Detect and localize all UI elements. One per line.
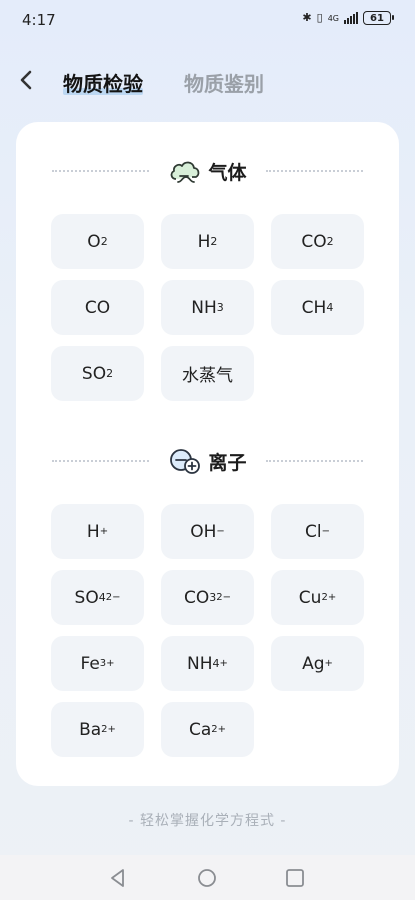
chip-ba-2plus[interactable]: Ba 2+ bbox=[51, 702, 144, 757]
chip-superscript: + bbox=[219, 658, 228, 669]
cloud-icon bbox=[168, 156, 202, 186]
chip-formula: CO bbox=[301, 231, 327, 252]
tab-label: 物质检验 bbox=[63, 72, 143, 96]
chip-subscript: 4 bbox=[326, 301, 334, 314]
chip-superscript: − bbox=[321, 526, 330, 537]
chip-co2[interactable]: CO 2 bbox=[271, 214, 364, 269]
chip-formula: Fe bbox=[80, 653, 100, 674]
chip-h-plus[interactable]: H + bbox=[51, 504, 144, 559]
section-label: 气体 bbox=[168, 156, 247, 186]
status-icons: ✱ ▯ 4G 61 bbox=[302, 11, 394, 25]
header: 物质检验 物质鉴别 bbox=[0, 56, 415, 106]
chip-fe-3plus[interactable]: Fe 3+ bbox=[51, 636, 144, 691]
chip-formula: 水蒸气 bbox=[182, 366, 233, 386]
chevron-left-icon bbox=[20, 70, 32, 90]
chip-subscript: 3 bbox=[216, 301, 224, 314]
chip-subscript: 3 bbox=[209, 591, 217, 604]
back-button[interactable] bbox=[12, 66, 40, 94]
chip-formula: CO bbox=[183, 587, 210, 608]
vibrate-icon: ▯ bbox=[316, 11, 323, 24]
chip-subscript: 4 bbox=[98, 591, 106, 604]
section-header-gas: 气体 bbox=[16, 156, 399, 186]
chip-subscript: 2 bbox=[210, 235, 218, 248]
main-card: 气体 O2 H2 CO 2 CO NH 3 CH 4 SO 2 水蒸气 离子 H… bbox=[16, 122, 399, 786]
chip-nh4-plus[interactable]: NH 4 + bbox=[161, 636, 254, 691]
system-nav-bar bbox=[0, 855, 415, 900]
footer-tagline: - 轻松掌握化学方程式 - bbox=[128, 813, 287, 829]
chip-formula: Ag bbox=[302, 653, 325, 674]
divider-right bbox=[266, 170, 363, 172]
divider-left bbox=[52, 170, 149, 172]
circle-home-icon bbox=[198, 869, 216, 887]
chip-superscript: 2+ bbox=[321, 592, 337, 603]
chip-h2[interactable]: H2 bbox=[161, 214, 254, 269]
tab-substance-identify[interactable]: 物质鉴别 bbox=[184, 68, 264, 97]
chip-subscript: 4 bbox=[212, 657, 220, 670]
triangle-back-icon bbox=[111, 869, 124, 887]
nav-recents-button[interactable] bbox=[284, 867, 306, 889]
section-label: 离子 bbox=[168, 446, 247, 476]
chip-superscript: 2− bbox=[105, 592, 121, 603]
chip-superscript: 3+ bbox=[99, 658, 115, 669]
chip-subscript: 2 bbox=[100, 235, 108, 248]
chip-superscript: + bbox=[99, 526, 109, 537]
chip-formula: SO bbox=[81, 363, 107, 384]
battery-level: 61 bbox=[370, 12, 384, 24]
chip-superscript: 2+ bbox=[211, 724, 227, 735]
battery-icon: 61 bbox=[363, 11, 394, 25]
chip-subscript: 2 bbox=[106, 367, 114, 380]
chip-formula: CO bbox=[84, 297, 111, 318]
chip-so2[interactable]: SO 2 bbox=[51, 346, 144, 401]
chip-formula: CH bbox=[301, 297, 327, 318]
chip-formula: Ca bbox=[188, 719, 212, 740]
chip-ag-plus[interactable]: Ag + bbox=[271, 636, 364, 691]
chip-cu-2plus[interactable]: Cu 2+ bbox=[271, 570, 364, 625]
status-time: 4:17 bbox=[22, 11, 56, 29]
nav-home-button[interactable] bbox=[196, 867, 218, 889]
chip-formula: O bbox=[87, 231, 101, 252]
chip-oh-minus[interactable]: OH − bbox=[161, 504, 254, 559]
chip-o2[interactable]: O2 bbox=[51, 214, 144, 269]
tab-substance-test[interactable]: 物质检验 bbox=[63, 68, 143, 97]
status-bar: 4:17 ✱ ▯ 4G 61 bbox=[0, 0, 415, 40]
signal-icon bbox=[344, 12, 358, 24]
square-recents-icon bbox=[286, 869, 304, 887]
section-title-ion: 离子 bbox=[208, 451, 247, 474]
chip-cl-minus[interactable]: Cl − bbox=[271, 504, 364, 559]
chip-formula: NH bbox=[187, 653, 213, 674]
chip-co[interactable]: CO bbox=[51, 280, 144, 335]
chip-formula: H bbox=[197, 231, 211, 252]
divider-right bbox=[266, 460, 363, 462]
section-header-ion: 离子 bbox=[16, 446, 399, 476]
chip-water-vapor[interactable]: 水蒸气 bbox=[161, 346, 254, 401]
bluetooth-icon: ✱ bbox=[302, 11, 312, 24]
divider-left bbox=[52, 460, 149, 462]
chip-ca-2plus[interactable]: Ca 2+ bbox=[161, 702, 254, 757]
chip-nh3[interactable]: NH 3 bbox=[161, 280, 254, 335]
chip-formula: Ba bbox=[79, 719, 102, 740]
chip-subscript: 2 bbox=[326, 235, 334, 248]
chip-formula: SO bbox=[74, 587, 99, 608]
chip-so4-2minus[interactable]: SO 4 2− bbox=[51, 570, 144, 625]
chip-superscript: − bbox=[216, 526, 225, 537]
ion-plus-minus-icon bbox=[168, 446, 202, 476]
chip-superscript: + bbox=[324, 658, 333, 669]
network-type: 4G bbox=[327, 13, 339, 23]
chip-formula: OH bbox=[190, 521, 217, 542]
section-title-gas: 气体 bbox=[208, 161, 247, 184]
chip-formula: Cl bbox=[305, 521, 322, 542]
chip-superscript: 2− bbox=[216, 592, 231, 603]
chip-superscript: 2+ bbox=[101, 724, 116, 735]
chip-formula: Cu bbox=[298, 587, 322, 608]
chip-co3-2minus[interactable]: CO 3 2− bbox=[161, 570, 254, 625]
chip-formula: H bbox=[86, 521, 100, 542]
chip-ch4[interactable]: CH 4 bbox=[271, 280, 364, 335]
nav-back-button[interactable] bbox=[107, 867, 129, 889]
chip-formula: NH bbox=[191, 297, 217, 318]
tab-label: 物质鉴别 bbox=[184, 72, 264, 96]
